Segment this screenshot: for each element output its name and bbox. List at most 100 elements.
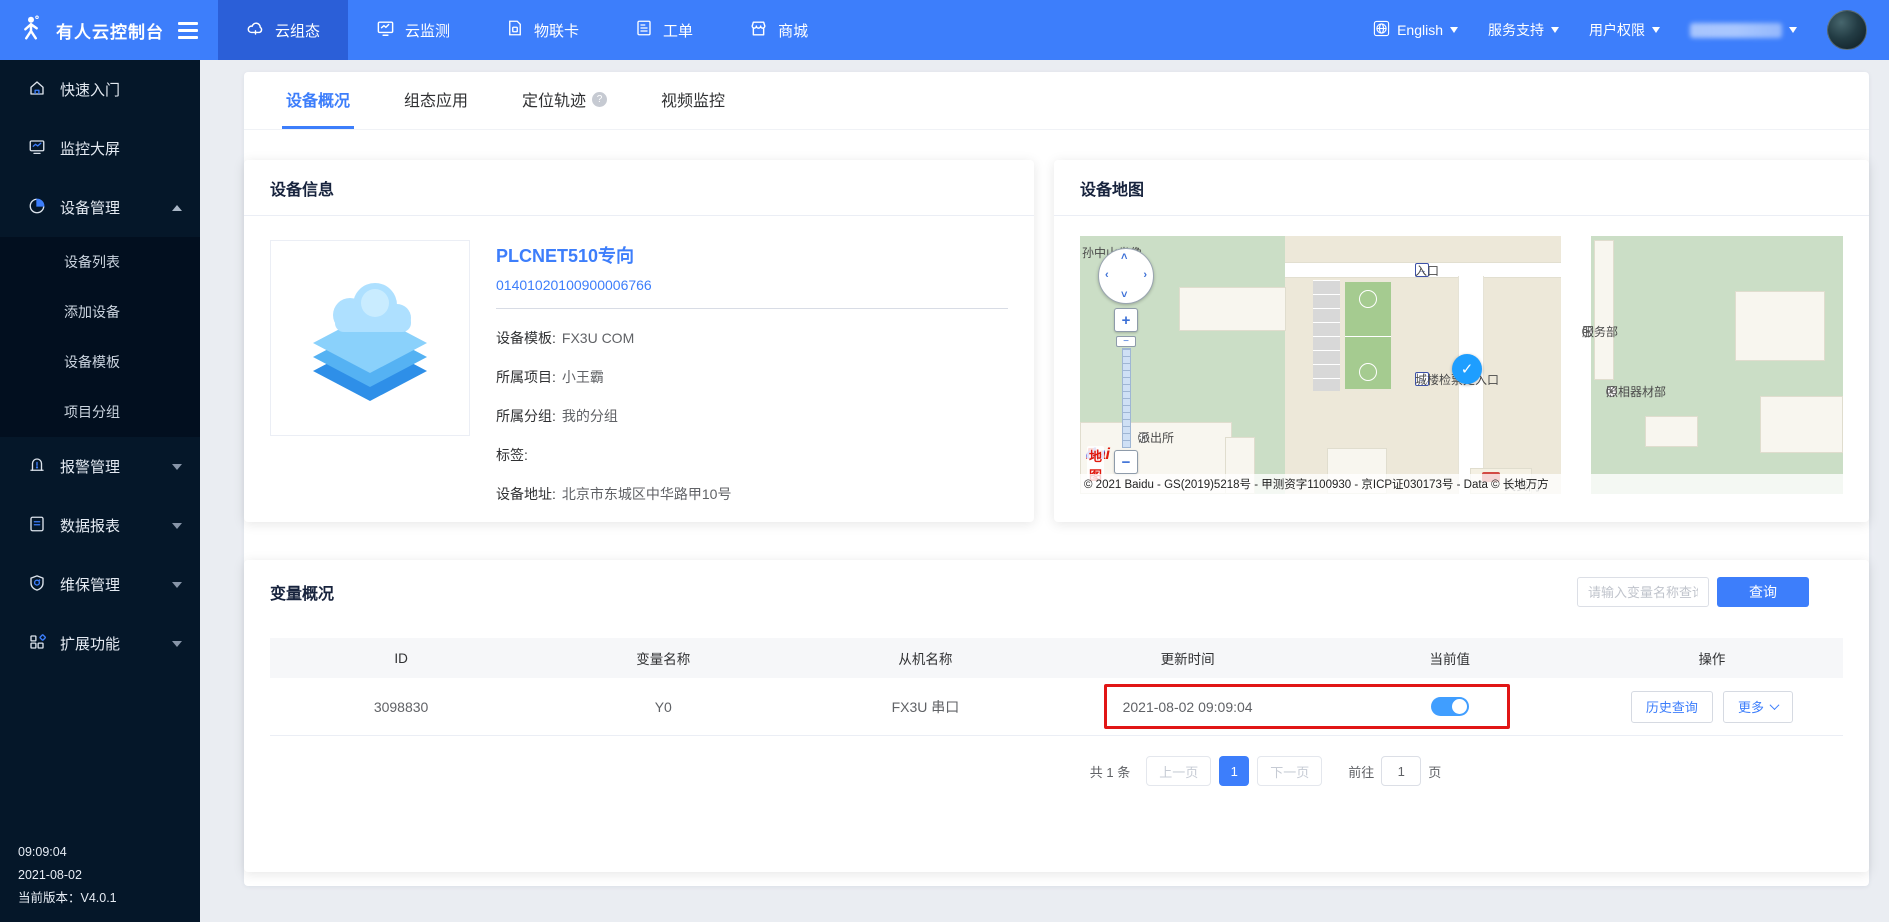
poi-camera-shop: 照相器材部	[1606, 386, 1617, 397]
zoom-in-button[interactable]: +	[1114, 308, 1138, 332]
col-value: 当前值	[1319, 648, 1581, 668]
tab-label: 视频监控	[661, 87, 725, 111]
pan-down-icon[interactable]: ˅	[1121, 289, 1127, 301]
sidebar-item-maintenance[interactable]: 维保管理	[0, 555, 200, 614]
poi-service: 服务部	[1582, 326, 1593, 337]
sidebar-item-label: 报警管理	[60, 456, 158, 477]
sidebar-subitem-device-template[interactable]: 设备模板	[0, 337, 200, 387]
poi-label: 服务部	[1582, 323, 1618, 340]
sidebar-item-label: 监控大屏	[60, 138, 182, 159]
help-icon[interactable]	[592, 92, 607, 107]
sidebar: 快速入门 监控大屏 设备管理 设备列表 添加设备 设备模板 项目分组	[0, 60, 200, 922]
sidebar-subitem-label: 项目分组	[64, 402, 120, 422]
zoom-out-button[interactable]: −	[1114, 450, 1138, 474]
current-time: 09:09:04	[18, 841, 117, 864]
nav-iot-card[interactable]: 物联卡	[478, 0, 607, 60]
history-query-button[interactable]: 历史查询	[1631, 691, 1713, 723]
device-info-card: 设备信息	[244, 160, 1034, 522]
table-header-row: ID 变量名称 从机名称 更新时间 当前值 操作	[270, 638, 1843, 678]
pan-left-icon[interactable]: ‹	[1105, 269, 1109, 281]
table-row: 3098830 Y0 FX3U 串口 2021-08-02 09:09:04 历…	[270, 678, 1843, 736]
top-nav: 云组态 云监测 物联卡	[218, 0, 836, 60]
tab-bar: 设备概况 组态应用 定位轨迹 视频监控	[244, 72, 1869, 130]
variables-card: 变量概况 查询 ID 变量名称 从机名称 更新时间 当前值 操作	[244, 560, 1869, 872]
goto-unit: 页	[1428, 762, 1441, 781]
page-number-1[interactable]: 1	[1219, 756, 1249, 786]
poi-label: 派出所	[1138, 429, 1174, 446]
map-pan-control[interactable]: ˄ ˅ ‹ ›	[1098, 248, 1154, 304]
value-toggle[interactable]	[1431, 697, 1469, 716]
sidebar-item-extensions[interactable]: 扩展功能	[0, 614, 200, 673]
permission-menu[interactable]: 用户权限	[1589, 20, 1660, 40]
cell-value	[1319, 697, 1581, 716]
work-order-icon	[635, 19, 653, 41]
sidebar-subitem-label: 添加设备	[64, 302, 120, 322]
permission-label: 用户权限	[1589, 20, 1645, 40]
menu-toggle-icon[interactable]	[178, 22, 198, 39]
nav-cloud-monitor[interactable]: 云监测	[348, 0, 478, 60]
sidebar-item-label: 数据报表	[60, 515, 158, 536]
pagination: 共 1 条 上一页 1 下一页 前往 页	[479, 756, 1889, 786]
sim-card-icon	[506, 19, 524, 41]
total-count: 共 1 条	[1090, 762, 1130, 781]
nav-mall[interactable]: 商城	[721, 0, 836, 60]
tab-device-overview[interactable]: 设备概况	[282, 72, 354, 129]
map-building	[1179, 287, 1286, 331]
zoom-slider-handle[interactable]: −	[1116, 336, 1136, 347]
sidebar-item-data-report[interactable]: 数据报表	[0, 496, 200, 555]
support-menu[interactable]: 服务支持	[1488, 20, 1559, 40]
sidebar-item-label: 设备管理	[60, 197, 158, 218]
field-label: 标签:	[496, 447, 528, 463]
goto-page: 前往 页	[1348, 756, 1441, 786]
app-window: 有人云控制台 云组态 云监测	[0, 0, 1889, 922]
next-page-button[interactable]: 下一页	[1257, 756, 1322, 786]
nav-work-order[interactable]: 工单	[607, 0, 721, 60]
pan-up-icon[interactable]: ˄	[1121, 251, 1127, 263]
col-updated: 更新时间	[1057, 648, 1319, 668]
account-menu[interactable]	[1690, 23, 1797, 38]
report-icon	[28, 515, 46, 537]
prev-page-button[interactable]: 上一页	[1146, 756, 1211, 786]
sidebar-subitem-project-group[interactable]: 项目分组	[0, 387, 200, 437]
support-label: 服务支持	[1488, 20, 1544, 40]
sidebar-item-monitor-screen[interactable]: 监控大屏	[0, 119, 200, 178]
tab-location-track[interactable]: 定位轨迹	[518, 72, 611, 129]
pan-right-icon[interactable]: ›	[1143, 269, 1147, 281]
chevron-down-icon	[172, 582, 182, 588]
device-name-link[interactable]: PLCNET510专向	[496, 242, 1008, 268]
nav-label: 物联卡	[534, 20, 579, 41]
device-id-link[interactable]: 01401020100900006766	[496, 277, 1008, 309]
device-location-marker[interactable]	[1452, 354, 1482, 384]
sidebar-subitem-label: 设备模板	[64, 352, 120, 372]
chevron-down-icon	[172, 641, 182, 647]
nav-cloud-scada[interactable]: 云组态	[218, 0, 348, 60]
sidebar-subitem-add-device[interactable]: 添加设备	[0, 287, 200, 337]
col-slave: 从机名称	[794, 648, 1056, 668]
username-redacted	[1690, 23, 1782, 38]
sidebar-subitem-device-list[interactable]: 设备列表	[0, 237, 200, 287]
search-input[interactable]	[1577, 577, 1709, 607]
sidebar-item-device-management[interactable]: 设备管理	[0, 178, 200, 237]
store-icon	[749, 19, 768, 42]
chevron-down-icon	[172, 523, 182, 529]
tab-video-monitor[interactable]: 视频监控	[657, 72, 729, 129]
tab-scada-app[interactable]: 组态应用	[400, 72, 472, 129]
field-label: 所属分组:	[496, 408, 556, 424]
language-selector[interactable]: English	[1373, 20, 1458, 40]
baidu-map[interactable]: 孙中山坐像 入口	[1080, 236, 1843, 494]
avatar[interactable]	[1827, 10, 1867, 50]
poi-police: 派出所	[1138, 432, 1149, 443]
goto-label: 前往	[1348, 762, 1374, 781]
extension-grid-icon	[28, 633, 46, 655]
field-value: 小王霸	[562, 369, 604, 385]
device-info-body: PLCNET510专向 01401020100900006766 设备模板:FX…	[270, 216, 1008, 504]
goto-page-input[interactable]	[1381, 756, 1421, 786]
sidebar-item-alarm-management[interactable]: 报警管理	[0, 437, 200, 496]
more-button[interactable]: 更多	[1723, 691, 1793, 723]
search-button[interactable]: 查询	[1717, 577, 1809, 607]
cell-actions: 历史查询 更多	[1581, 691, 1843, 723]
cell-id: 3098830	[270, 699, 532, 715]
brand-area: 有人云控制台	[0, 0, 218, 60]
zoom-slider-track[interactable]	[1122, 348, 1131, 448]
sidebar-item-quick-start[interactable]: 快速入门	[0, 60, 200, 119]
